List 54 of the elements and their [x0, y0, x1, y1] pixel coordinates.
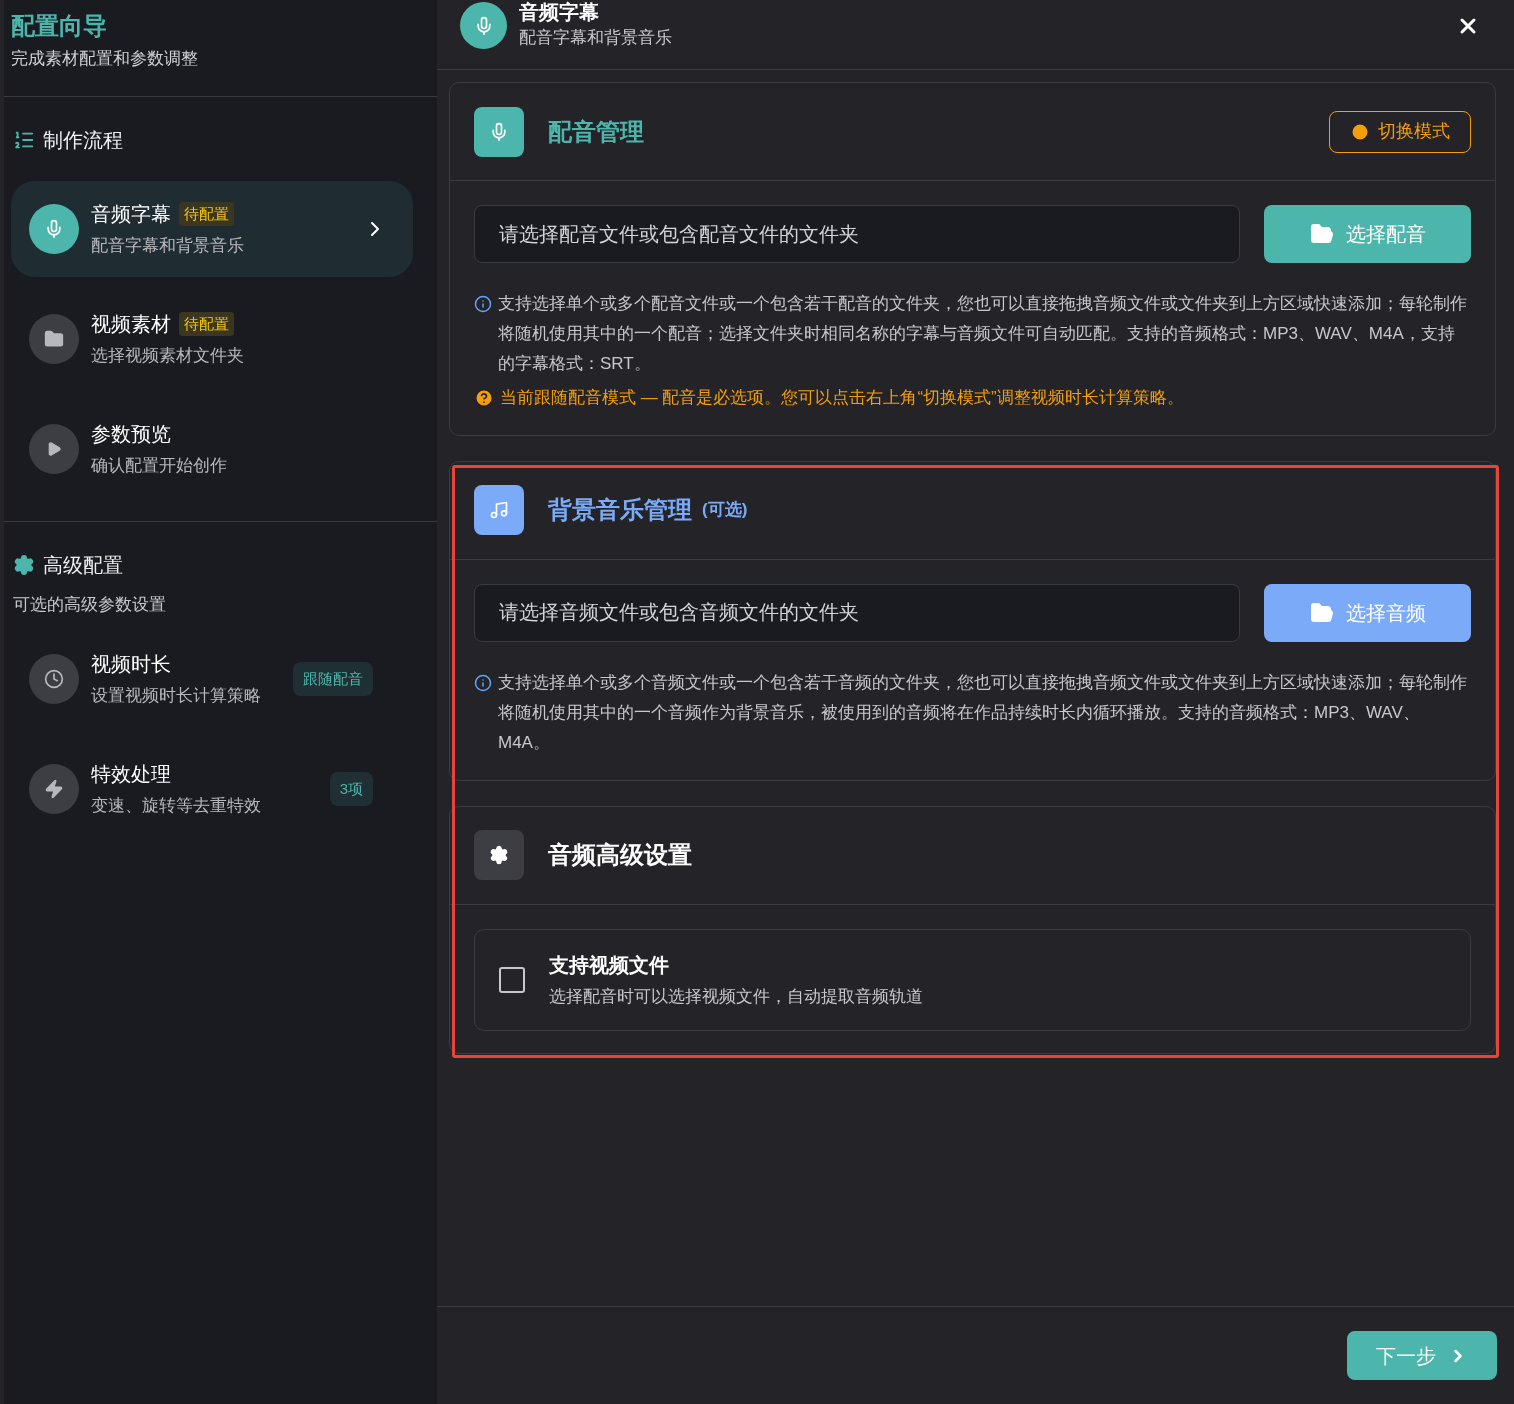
step-title: 参数预览	[91, 421, 171, 447]
gear-icon	[474, 830, 524, 880]
music-note-icon	[474, 485, 524, 535]
settings-item[interactable]: 特效处理 变速、旋转等去重特效 3项	[11, 741, 391, 837]
microphone-icon	[474, 106, 524, 157]
microphone-icon	[460, 2, 507, 49]
folder-icon	[29, 313, 79, 364]
section-heading: 制作流程	[43, 127, 123, 153]
info-icon	[474, 295, 492, 313]
section-subtitle: 可选的高级参数设置	[13, 593, 167, 616]
folder-icon	[1309, 222, 1334, 246]
sidebar-title: 配置向导	[11, 11, 108, 41]
item-title: 特效处理	[91, 762, 172, 788]
card-title: 配音管理	[548, 116, 645, 147]
page-subtitle: 配音字幕和背景音乐	[519, 26, 673, 49]
card-title: 背景音乐管理	[548, 495, 692, 525]
folder-icon	[1309, 600, 1334, 625]
optional-label: (可选)	[702, 499, 748, 522]
music-file-field[interactable]: 请选择音频文件或包含音频文件的文件夹	[474, 583, 1240, 642]
info-icon	[474, 673, 492, 692]
step-title: 视频素材	[91, 311, 171, 337]
gear-icon	[13, 553, 35, 576]
play-icon	[29, 423, 79, 474]
step-item[interactable]: 音频字幕 待配置 配音字幕和背景音乐	[11, 180, 413, 277]
option-row[interactable]: 支持视频文件 选择配音时可以选择视频文件，自动提取音频轨道	[474, 928, 1471, 1031]
item-subtitle: 设置视频时长计算策略	[91, 685, 262, 708]
value-badge: 3项	[329, 771, 373, 807]
music-info-text: 支持选择单个或多个音频文件或一个包含若干音频的文件夹，您也可以直接拖拽音频文件或文件夹到上方区域快速添加；每轮制作将随机使用其中的一个音频作为背景音乐，被使用到的音频将在作品持续时长内循环播放。支持的音频格式：MP3、WAV、M4A。	[498, 671, 1468, 754]
help-icon	[474, 387, 494, 408]
section-heading: 高级配置	[43, 552, 123, 578]
step-subtitle: 选择视频素材文件夹	[91, 344, 245, 367]
step-item[interactable]: 参数预览 确认配置开始创作	[11, 400, 413, 497]
status-badge: 待配置	[179, 201, 234, 226]
option-title: 支持视频文件	[549, 952, 670, 978]
status-badge: 待配置	[179, 311, 234, 336]
settings-item[interactable]: 视频时长 设置视频时长计算策略 跟随配音	[11, 631, 391, 727]
value-badge: 跟随配音	[293, 661, 373, 697]
checkbox[interactable]	[499, 966, 525, 993]
card-title: 音频高级设置	[548, 840, 692, 870]
switch-mode-button[interactable]: 切换模式	[1329, 110, 1471, 153]
step-subtitle: 配音字幕和背景音乐	[91, 234, 245, 257]
mode-warning-text: 当前跟随配音模式 — 配音是必选项。您可以点击右上角“切换模式”调整视频时长计算策略。	[500, 387, 1184, 409]
microphone-icon	[29, 203, 79, 254]
item-subtitle: 变速、旋转等去重特效	[91, 795, 262, 818]
step-item[interactable]: 视频素材 待配置 选择视频素材文件夹	[11, 290, 413, 387]
step-title: 音频字幕	[91, 201, 171, 227]
item-title: 视频时长	[91, 652, 172, 678]
voice-file-field[interactable]: 请选择配音文件或包含配音文件的文件夹	[474, 205, 1240, 263]
page-title: 音频字幕	[519, 0, 600, 25]
sidebar-subtitle: 完成素材配置和参数调整	[11, 48, 199, 70]
option-description: 选择配音时可以选择视频文件，自动提取音频轨道	[549, 985, 923, 1008]
step-subtitle: 确认配置开始创作	[91, 454, 228, 477]
voice-info-text: 支持选择单个或多个配音文件或一个包含若干配音的文件夹，您也可以直接拖拽音频文件或文件夹到上方区域快速添加；每轮制作将随机使用其中的一个配音；选择文件夹时相同名称的字幕与音频文件可自动匹配。支持的音频格式：MP3、WAV、M4A，支持的字幕格式：SRT。	[498, 293, 1468, 375]
lightning-icon	[29, 764, 79, 814]
